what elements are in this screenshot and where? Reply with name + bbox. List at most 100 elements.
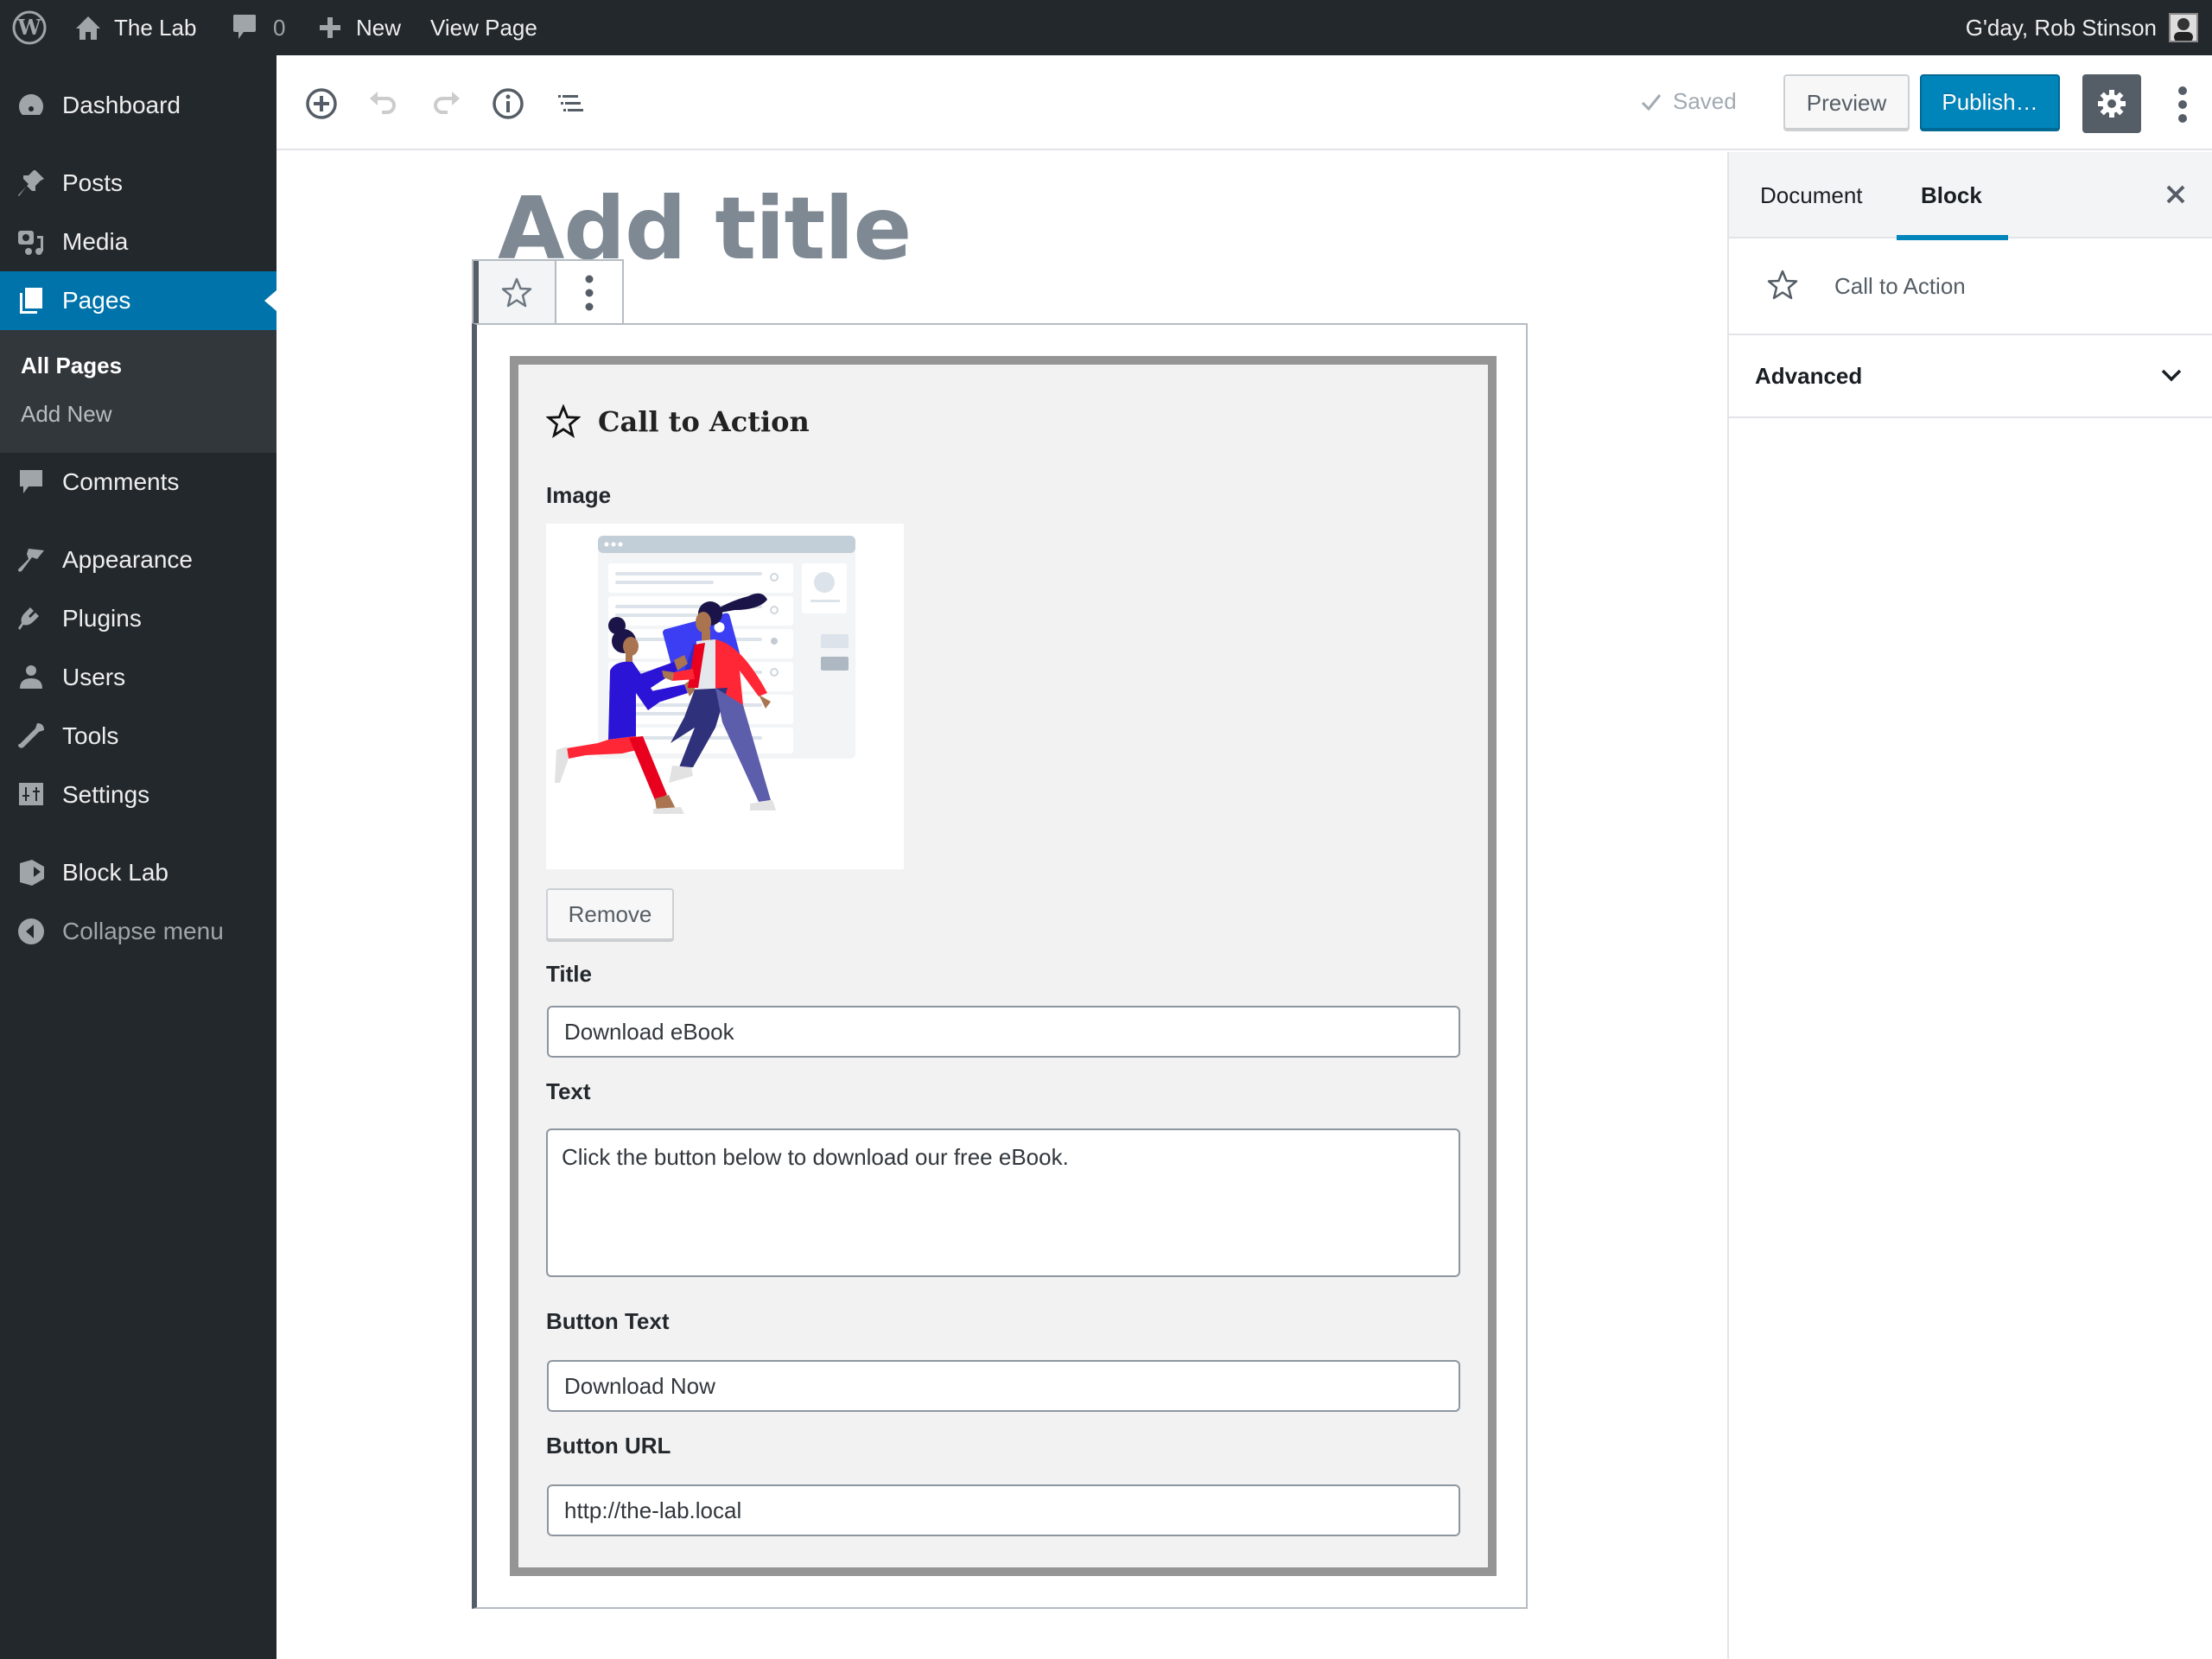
- menu-item-block-lab[interactable]: Block Lab: [0, 843, 276, 902]
- collapse-icon: [16, 916, 47, 947]
- block-more-options-button[interactable]: [556, 261, 622, 325]
- add-block-button[interactable]: [304, 86, 339, 121]
- media-icon: [16, 226, 47, 257]
- menu-item-media[interactable]: Media: [0, 213, 276, 271]
- sidebar-tabs: Document Block: [1729, 152, 2212, 240]
- user-icon: [16, 662, 47, 693]
- title-input[interactable]: Download eBook: [547, 1006, 1460, 1058]
- collapse-menu-button[interactable]: Collapse menu: [0, 902, 276, 961]
- site-name: The Lab: [114, 14, 197, 41]
- block-card-title: Call to Action: [1834, 272, 1966, 299]
- menu-label: Block Lab: [62, 859, 168, 886]
- submenu-item-add-new[interactable]: Add New: [21, 401, 112, 428]
- site-name-link[interactable]: The Lab: [74, 0, 196, 55]
- vertical-ellipsis-icon: [585, 275, 594, 311]
- chevron-down-icon: [2161, 369, 2182, 382]
- block-navigation-button[interactable]: [553, 86, 588, 121]
- block-toolbar: [472, 259, 624, 325]
- button-text-field-label: Button Text: [546, 1308, 670, 1334]
- block-form-header: Call to Action: [546, 404, 810, 439]
- button-url-input[interactable]: http://the-lab.local: [547, 1484, 1460, 1536]
- saved-status: Saved: [1640, 88, 1737, 115]
- comments-icon: [16, 467, 47, 498]
- close-icon: [2166, 185, 2185, 204]
- button-url-field-label: Button URL: [546, 1433, 671, 1459]
- submenu-item-all-pages[interactable]: All Pages: [21, 353, 122, 379]
- title-field-label: Title: [546, 961, 592, 987]
- admin-menu: Dashboard Posts Media Pages All Pages Ad…: [0, 55, 276, 1659]
- menu-item-settings[interactable]: Settings: [0, 766, 276, 824]
- comment-bubble-icon: [232, 13, 257, 42]
- menu-item-posts[interactable]: Posts: [0, 154, 276, 213]
- text-field-label: Text: [546, 1078, 591, 1104]
- menu-item-users[interactable]: Users: [0, 648, 276, 707]
- menu-label: Media: [62, 228, 129, 255]
- view-page-link[interactable]: View Page: [430, 0, 537, 55]
- star-icon: [1767, 270, 1798, 300]
- saved-label: Saved: [1673, 88, 1737, 114]
- redo-icon: [434, 92, 460, 114]
- menu-item-plugins[interactable]: Plugins: [0, 589, 276, 648]
- settings-sidebar: Document Block Call to Action Advanced: [1727, 152, 2212, 1659]
- block-form-title: Call to Action: [598, 405, 810, 438]
- menu-label: Users: [62, 664, 126, 690]
- menu-item-tools[interactable]: Tools: [0, 707, 276, 766]
- comments-link[interactable]: 0: [232, 0, 285, 55]
- menu-label: Collapse menu: [62, 918, 224, 944]
- new-label: New: [356, 14, 402, 41]
- admin-bar: W The Lab 0 New View Page G'day, Rob Sti…: [0, 0, 2212, 55]
- view-page-label: View Page: [430, 14, 537, 41]
- settings-toggle-button[interactable]: [2082, 74, 2141, 133]
- more-tools-button[interactable]: [2171, 81, 2195, 128]
- block-card: Call to Action: [1729, 238, 2212, 335]
- menu-label: Tools: [62, 722, 119, 749]
- menu-item-dashboard[interactable]: Dashboard: [0, 76, 276, 135]
- wordpress-logo-button[interactable]: W: [12, 0, 47, 55]
- menu-label: Dashboard: [62, 92, 181, 118]
- content-structure-button[interactable]: [491, 86, 525, 121]
- undo-icon: [370, 92, 396, 114]
- menu-label: Pages: [62, 287, 131, 314]
- menu-label: Settings: [62, 781, 150, 808]
- call-to-action-block-form: Call to Action Image Remove Title Downlo…: [510, 356, 1497, 1576]
- tab-document[interactable]: Document: [1760, 152, 1863, 238]
- editor-header-toolbar: Saved Preview Publish…: [276, 55, 2212, 150]
- menu-label: Plugins: [62, 605, 142, 632]
- menu-label: Posts: [62, 169, 124, 196]
- text-textarea[interactable]: Click the button below to download our f…: [546, 1128, 1460, 1277]
- illustration-image: [546, 524, 904, 869]
- plus-icon: [318, 16, 342, 40]
- wordpress-logo-icon: W: [12, 10, 47, 45]
- vertical-ellipsis-icon: [2178, 86, 2187, 123]
- menu-item-comments[interactable]: Comments: [0, 453, 276, 512]
- preview-button[interactable]: Preview: [1783, 74, 1910, 131]
- menu-item-appearance[interactable]: Appearance: [0, 531, 276, 589]
- my-account-menu[interactable]: G'day, Rob Stinson: [1966, 0, 2198, 55]
- plus-circle-icon: [306, 88, 337, 119]
- block-switcher-button[interactable]: [474, 261, 556, 325]
- pin-icon: [16, 168, 47, 199]
- menu-item-pages[interactable]: Pages: [0, 271, 276, 330]
- new-content-link[interactable]: New: [318, 0, 401, 55]
- undo-button[interactable]: [366, 86, 401, 121]
- dashboard-icon: [16, 90, 47, 121]
- redo-button[interactable]: [429, 86, 463, 121]
- checkmark-icon: [1641, 93, 1662, 111]
- selected-block[interactable]: Call to Action Image Remove Title Downlo…: [472, 323, 1528, 1609]
- image-field-label: Image: [546, 482, 612, 508]
- menu-label: Comments: [62, 468, 180, 495]
- wrench-icon: [16, 721, 47, 752]
- info-icon: [493, 88, 524, 119]
- image-preview: [546, 524, 904, 869]
- button-text-input[interactable]: Download Now: [547, 1360, 1460, 1412]
- close-sidebar-button[interactable]: [2161, 180, 2190, 209]
- star-icon: [501, 277, 532, 308]
- remove-image-button[interactable]: Remove: [546, 888, 674, 940]
- user-avatar: [2169, 13, 2198, 42]
- menu-label: Appearance: [62, 546, 194, 573]
- tab-block[interactable]: Block: [1897, 152, 2008, 240]
- user-greeting: G'day, Rob Stinson: [1965, 14, 2157, 41]
- star-icon: [546, 404, 581, 438]
- publish-button[interactable]: Publish…: [1920, 74, 2060, 131]
- advanced-panel-toggle[interactable]: Advanced: [1729, 335, 2212, 418]
